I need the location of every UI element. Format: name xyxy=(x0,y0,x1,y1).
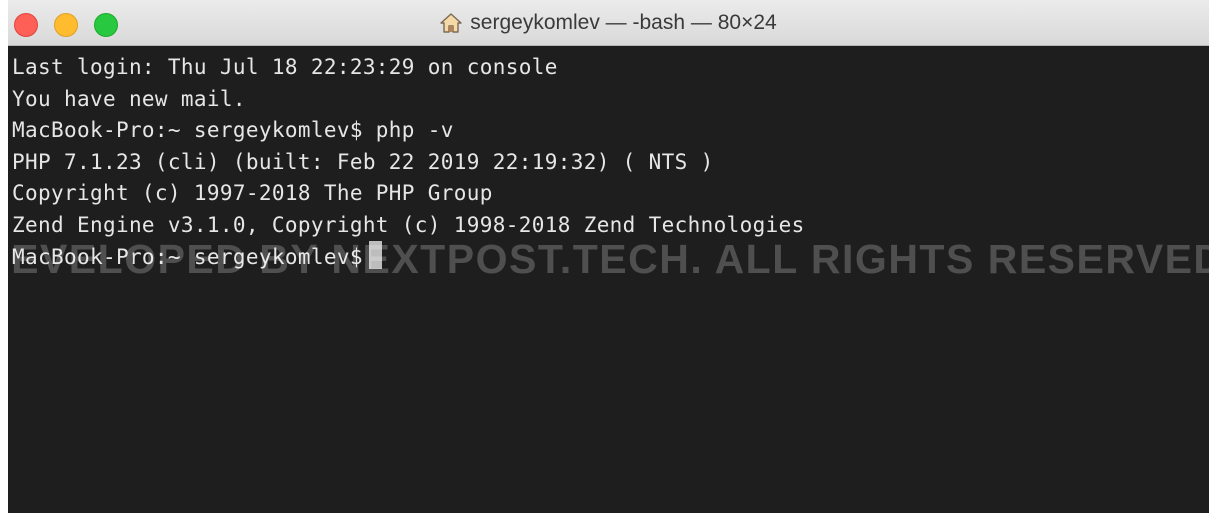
home-icon xyxy=(440,13,462,33)
window-title-text: sergeykomlev — -bash — 80×24 xyxy=(470,11,777,34)
terminal-line: PHP 7.1.23 (cli) (built: Feb 22 2019 22:… xyxy=(12,149,714,174)
shell-prompt: MacBook-Pro:~ sergeykomlev$ xyxy=(12,245,363,269)
window-title: sergeykomlev — -bash — 80×24 xyxy=(8,0,1209,46)
terminal-line: Zend Engine v3.1.0, Copyright (c) 1998-2… xyxy=(12,212,805,237)
terminal-output[interactable]: Last login: Thu Jul 18 22:23:29 on conso… xyxy=(8,46,1209,513)
terminal-line: Last login: Thu Jul 18 22:23:29 on conso… xyxy=(12,55,558,79)
prompt-line[interactable]: MacBook-Pro:~ sergeykomlev$ xyxy=(12,241,1209,273)
terminal-line: You have new mail. xyxy=(12,86,246,111)
text-cursor xyxy=(368,241,382,269)
terminal-line: MacBook-Pro:~ sergeykomlev$ php -v xyxy=(12,118,454,142)
terminal-window: sergeykomlev — -bash — 80×24 Last login:… xyxy=(8,0,1209,513)
terminal-line: Copyright (c) 1997-2018 The PHP Group xyxy=(12,181,493,205)
title-bar[interactable]: sergeykomlev — -bash — 80×24 xyxy=(8,0,1209,46)
